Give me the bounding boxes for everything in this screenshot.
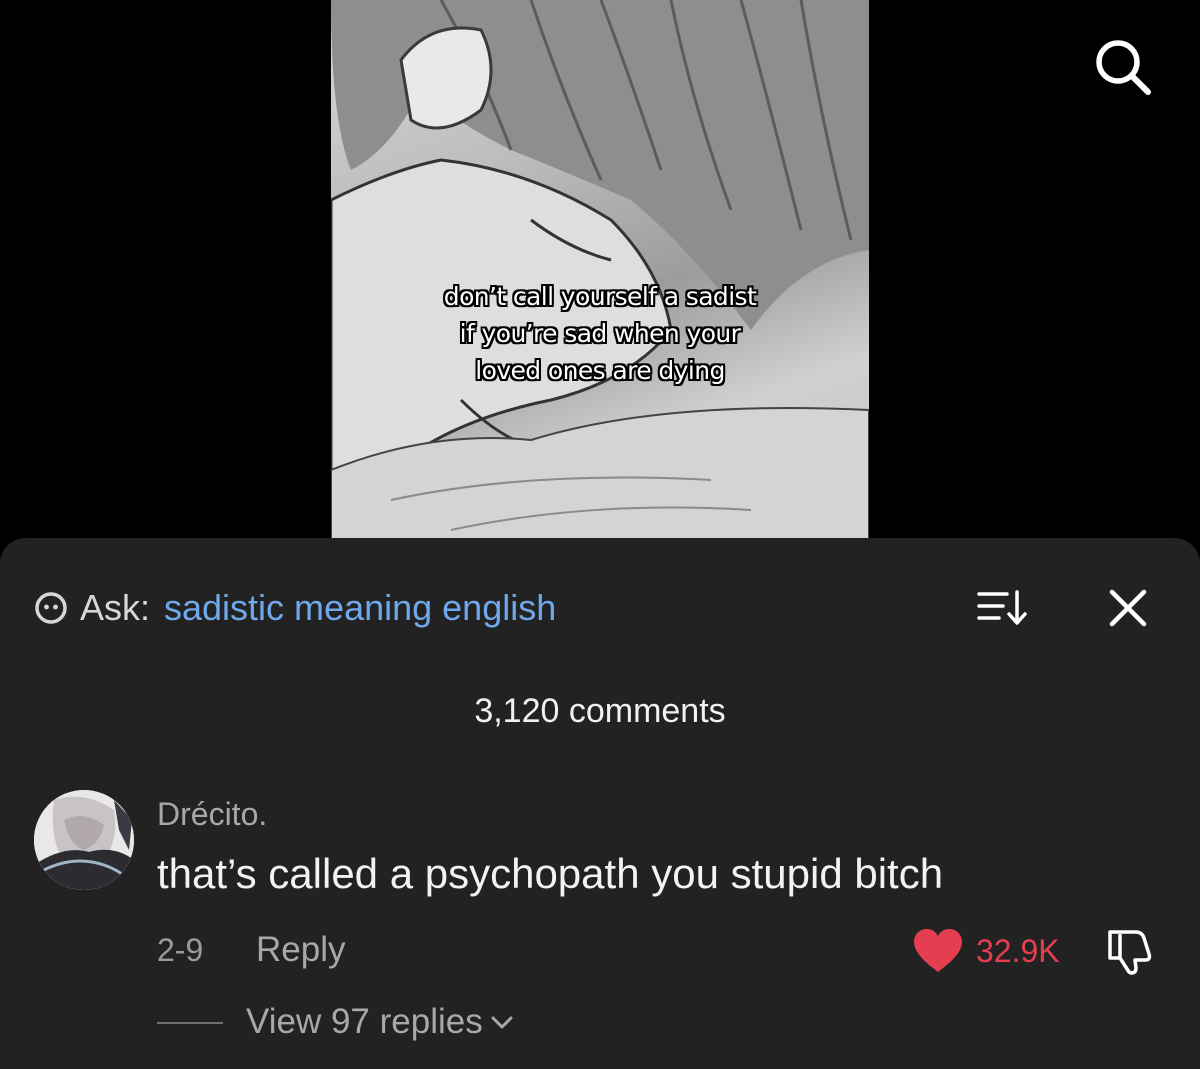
reply-button[interactable]: Reply — [256, 930, 345, 970]
avatar-image — [34, 790, 134, 890]
sort-icon — [977, 590, 1027, 625]
video-caption: don’t call yourself a sadist if you’re s… — [331, 278, 869, 389]
video-player[interactable]: don’t call yourself a sadist if you’re s… — [0, 0, 1200, 560]
search-icon — [1096, 40, 1151, 95]
close-button[interactable] — [1106, 586, 1150, 630]
thumbs-down-icon — [1108, 930, 1152, 975]
comment-username[interactable]: Drécito. — [157, 796, 267, 833]
caption-line: don’t call yourself a sadist — [443, 282, 757, 311]
like-button[interactable]: 32.9K — [912, 928, 1060, 974]
like-count: 32.9K — [976, 932, 1060, 969]
comment-text: that’s called a psychopath you stupid bi… — [157, 850, 944, 897]
comment-count: 3,120 comments — [474, 692, 726, 730]
close-icon — [1109, 589, 1147, 627]
heart-icon — [914, 929, 962, 972]
video-frame[interactable]: don’t call yourself a sadist if you’re s… — [331, 0, 869, 540]
chevron-down-icon — [491, 1016, 513, 1029]
comments-sheet: Ask: sadistic meaning english 3,120 comm… — [0, 538, 1200, 1069]
comment-date: 2-9 — [157, 932, 204, 968]
smiley-icon — [35, 592, 67, 624]
ask-suggestion[interactable]: Ask: sadistic meaning english — [34, 587, 556, 629]
replies-divider — [157, 1022, 223, 1024]
caption-line: if you’re sad when your — [459, 319, 741, 348]
caption-line: loved ones are dying — [475, 356, 725, 385]
search-button[interactable] — [1090, 34, 1154, 98]
view-replies-label: View 97 replies — [246, 1002, 483, 1041]
view-replies-button[interactable]: View 97 replies — [246, 1002, 515, 1042]
ask-query-link[interactable]: sadistic meaning english — [164, 587, 556, 629]
manga-illustration — [331, 0, 869, 540]
ask-label: Ask: — [80, 587, 151, 628]
dislike-button[interactable] — [1104, 926, 1158, 976]
sort-button[interactable] — [977, 588, 1029, 628]
avatar[interactable] — [34, 790, 134, 890]
